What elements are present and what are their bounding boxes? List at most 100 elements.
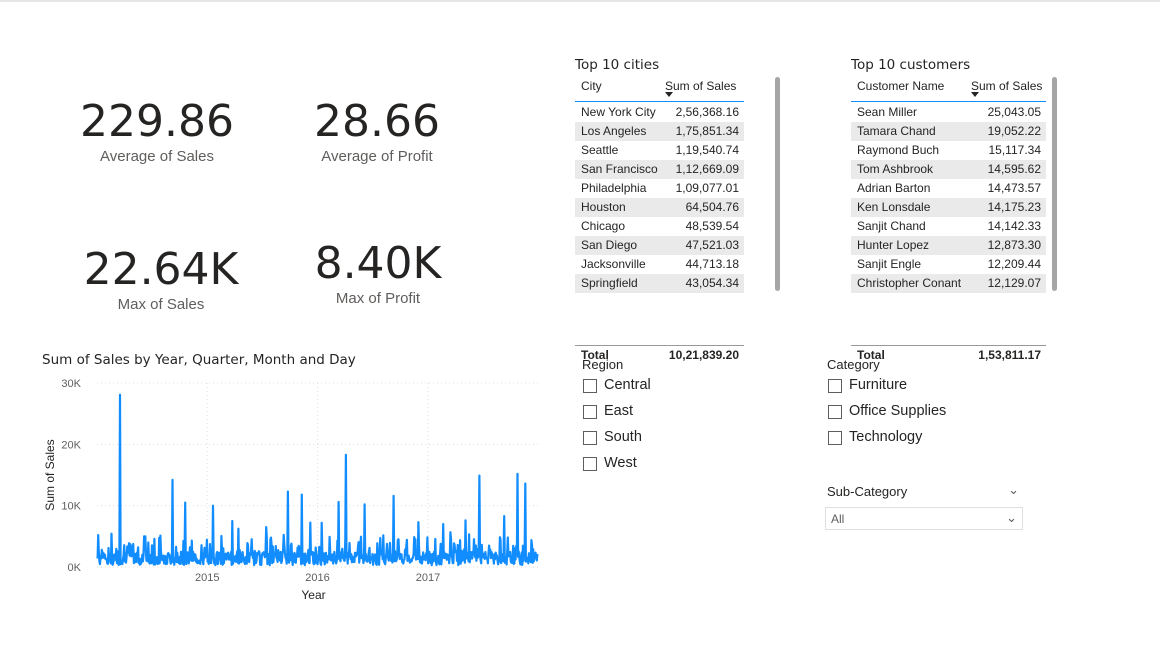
table-cell-name: Adrian Barton — [857, 181, 931, 195]
slicer-option-central[interactable]: Central — [582, 377, 762, 403]
table-row[interactable]: Tom Ashbrook 14,595.62 — [851, 160, 1046, 179]
table-cell-name: Tom Ashbrook — [857, 162, 934, 176]
sort-descending-icon[interactable] — [665, 92, 673, 97]
table-row[interactable]: Chicago 48,539.54 — [575, 217, 744, 236]
table-row[interactable]: Los Angeles 1,75,851.34 — [575, 122, 744, 141]
slicer-title: Region — [582, 357, 624, 372]
table-cell-value: 14,142.33 — [987, 219, 1041, 233]
kpi-value: 22.64K — [83, 244, 239, 295]
option-label: Technology — [849, 429, 923, 445]
slicer-options: Central East South West — [582, 377, 762, 481]
subcategory-slicer: Sub-Category ⌄ All ⌄ — [825, 482, 1023, 532]
category-slicer: Category Furniture Office Supplies Technol… — [827, 357, 1027, 455]
slicer-option-office-supplies[interactable]: Office Supplies — [827, 403, 1027, 429]
table-header: Customer Name Sum of Sales — [851, 76, 1046, 102]
table-title: Top 10 customers — [851, 57, 971, 73]
table-cell-value: 12,129.07 — [987, 276, 1041, 290]
y-tick-label: 30K — [61, 378, 81, 390]
table-cell-value: 43,054.34 — [685, 276, 739, 290]
collapse-chevron-icon[interactable]: ⌄ — [1008, 482, 1019, 498]
top-border — [0, 0, 1160, 2]
kpi-label: Max of Profit — [335, 290, 421, 307]
table-cell-value: 47,521.03 — [685, 238, 739, 252]
checkbox[interactable] — [583, 457, 597, 471]
table-row[interactable]: San Diego 47,521.03 — [575, 236, 744, 255]
table-cell-value: 48,539.54 — [685, 219, 739, 233]
table-cell-name: Philadelphia — [581, 181, 647, 195]
slicer-options: Furniture Office Supplies Technology — [827, 377, 1027, 455]
table-cell-value: 1,75,851.34 — [675, 124, 739, 138]
table-body: Sean Miller 25,043.05 Tamara Chand 19,052.2… — [851, 103, 1046, 344]
y-tick-label: 0K — [68, 562, 82, 574]
table-cell-name: Seattle — [581, 143, 619, 157]
table-row[interactable]: Tamara Chand 19,052.22 — [851, 122, 1046, 141]
subcategory-dropdown[interactable]: All ⌄ — [825, 507, 1023, 530]
table-row[interactable]: Seattle 1,19,540.74 — [575, 141, 744, 160]
column-header-sum-of-sales[interactable]: Sum of Sales — [971, 79, 1042, 93]
kpi-label: Average of Profit — [321, 148, 433, 165]
kpi-label: Max of Sales — [117, 296, 205, 313]
option-label: West — [604, 455, 637, 471]
table-row[interactable]: Sanjit Chand 14,142.33 — [851, 217, 1046, 236]
table-row[interactable]: Christopher Conant 12,129.07 — [851, 274, 1046, 293]
vertical-scrollbar[interactable] — [1052, 77, 1057, 291]
table-row[interactable]: Sean Miller 25,043.05 — [851, 103, 1046, 122]
slicer-title: Sub-Category — [827, 484, 908, 499]
table-row[interactable]: Ken Lonsdale 14,175.23 — [851, 198, 1046, 217]
kpi-value: 28.66 — [314, 96, 440, 147]
slicer-option-technology[interactable]: Technology — [827, 429, 1027, 455]
slicer-option-west[interactable]: West — [582, 455, 762, 481]
top-customers-table[interactable]: Top 10 customers Customer Name Sum of Sa… — [851, 57, 1061, 367]
table-cell-name: Jacksonville — [581, 257, 646, 271]
checkbox[interactable] — [583, 405, 597, 419]
table-row[interactable]: Raymond Buch 15,117.34 — [851, 141, 1046, 160]
slicer-option-east[interactable]: East — [582, 403, 762, 429]
sales-line-chart[interactable]: 0K 10K 20K 30K 2015 2016 2017 Year Sum of Sales … — [40, 350, 550, 610]
table-row[interactable]: New York City 2,56,368.16 — [575, 103, 744, 122]
option-label: East — [604, 403, 634, 419]
top-cities-table[interactable]: Top 10 cities City Sum of Sales New York… — [575, 57, 785, 367]
table-row[interactable]: Houston 64,504.76 — [575, 198, 744, 217]
table-row[interactable]: Hunter Lopez 12,873.30 — [851, 236, 1046, 255]
option-label: South — [604, 429, 642, 445]
checkbox[interactable] — [583, 379, 597, 393]
column-header-customer-name[interactable]: Customer Name — [857, 79, 944, 93]
slicer-option-furniture[interactable]: Furniture — [827, 377, 1027, 403]
table-cell-name: Sean Miller — [857, 105, 918, 119]
slicer-option-south[interactable]: South — [582, 429, 762, 455]
table-cell-value: 1,12,669.09 — [675, 162, 739, 176]
table-cell-name: Sanjit Chand — [857, 219, 926, 233]
table-row[interactable]: Jacksonville 44,713.18 — [575, 255, 744, 274]
table-row[interactable]: San Francisco 1,12,669.09 — [575, 160, 744, 179]
table-row[interactable]: Adrian Barton 14,473.57 — [851, 179, 1046, 198]
table-cell-name: Chicago — [581, 219, 626, 233]
chevron-down-icon: ⌄ — [1006, 510, 1017, 525]
column-header-city[interactable]: City — [581, 79, 602, 93]
y-tick-label: 20K — [61, 439, 81, 451]
table-cell-value: 12,873.30 — [987, 238, 1041, 252]
chart-title: Sum of Sales by Year, Quarter, Month and… — [42, 352, 356, 368]
sort-descending-icon[interactable] — [971, 92, 979, 97]
table-cell-name: Springfield — [581, 276, 638, 290]
kpi-value: 8.40K — [314, 238, 442, 289]
table-row[interactable]: Sanjit Engle 12,209.44 — [851, 255, 1046, 274]
table-cell-value: 19,052.22 — [987, 124, 1041, 138]
checkbox[interactable] — [828, 405, 842, 419]
x-tick-label: 2015 — [195, 572, 219, 584]
table-cell-value: 1,09,077.01 — [675, 181, 739, 195]
checkbox[interactable] — [583, 431, 597, 445]
table-cell-name: New York City — [581, 105, 656, 119]
table-cell-value: 2,56,368.16 — [675, 105, 739, 119]
x-tick-label: 2016 — [305, 572, 329, 584]
table-row[interactable]: Springfield 43,054.34 — [575, 274, 744, 293]
table-cell-value: 44,713.18 — [685, 257, 739, 271]
table-cell-value: 14,175.23 — [987, 200, 1041, 214]
table-cell-value: 25,043.05 — [987, 105, 1041, 119]
chart-canvas: 0K 10K 20K 30K 2015 2016 2017 Year Sum of Sales — [43, 378, 539, 602]
checkbox[interactable] — [828, 379, 842, 393]
table-row[interactable]: Philadelphia 1,09,077.01 — [575, 179, 744, 198]
table-cell-value: 15,117.34 — [988, 143, 1042, 157]
vertical-scrollbar[interactable] — [775, 77, 780, 291]
checkbox[interactable] — [828, 431, 842, 445]
column-header-sum-of-sales[interactable]: Sum of Sales — [665, 79, 736, 93]
